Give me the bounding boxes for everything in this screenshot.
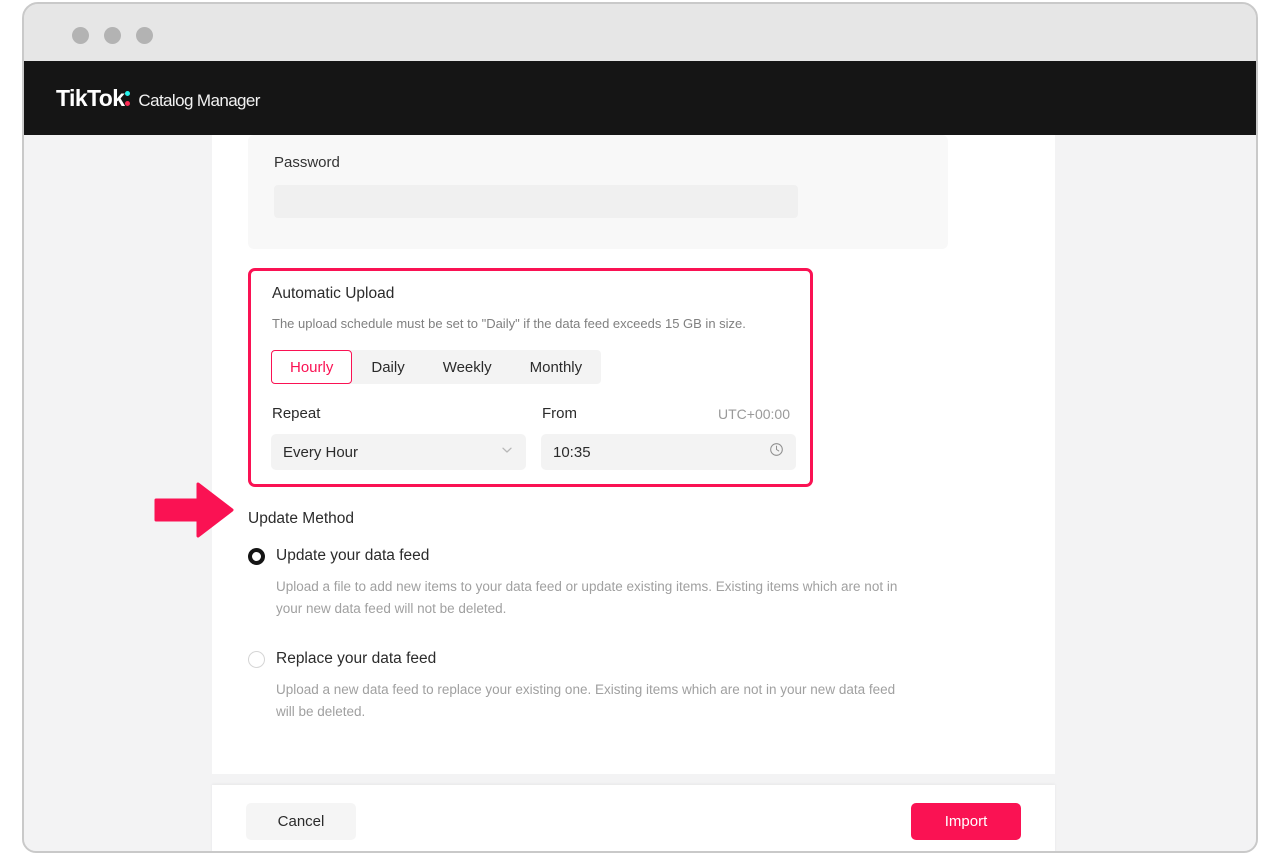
window-maximize-button[interactable]	[136, 27, 153, 44]
chevron-down-icon	[500, 443, 514, 462]
app-header: TikTok Catalog Manager	[24, 61, 1256, 135]
timezone-label: UTC+00:00	[718, 406, 790, 422]
frequency-tab-daily[interactable]: Daily	[352, 350, 423, 384]
from-label: From	[542, 405, 577, 422]
from-time-value: 10:35	[553, 443, 591, 461]
automatic-upload-title: Automatic Upload	[272, 285, 395, 302]
repeat-label: Repeat	[272, 405, 321, 422]
browser-titlebar	[24, 4, 1256, 59]
radio-unselected-icon[interactable]	[248, 650, 265, 668]
credentials-panel: Password	[248, 135, 948, 249]
import-button[interactable]: Import	[911, 803, 1021, 840]
tiktok-logo[interactable]: TikTok Catalog Manager	[56, 85, 260, 112]
app-title: Catalog Manager	[138, 90, 260, 110]
automatic-upload-description: The upload schedule must be set to "Dail…	[272, 316, 746, 331]
footer-action-bar: Cancel Import	[212, 785, 1055, 851]
update-method-option-update-label: Update your data feed	[276, 547, 430, 564]
update-method-option-replace[interactable]: Replace your data feed Upload a new data…	[248, 650, 988, 724]
frequency-tab-weekly[interactable]: Weekly	[424, 350, 511, 384]
repeat-dropdown[interactable]: Every Hour	[271, 434, 526, 470]
password-input[interactable]	[274, 185, 798, 218]
repeat-selected-value: Every Hour	[283, 443, 359, 461]
frequency-tab-monthly[interactable]: Monthly	[511, 350, 602, 384]
update-method-option-update-help: Upload a file to add new items to your d…	[276, 579, 898, 617]
cancel-button[interactable]: Cancel	[246, 803, 356, 840]
radio-selected-icon[interactable]	[248, 547, 265, 565]
window-minimize-button[interactable]	[104, 27, 121, 44]
update-method-option-replace-label: Replace your data feed	[276, 650, 437, 667]
window-close-button[interactable]	[72, 27, 89, 44]
automatic-upload-section: Automatic Upload The upload schedule mus…	[248, 268, 813, 487]
tiktok-colon-icon	[124, 88, 133, 108]
update-method-option-replace-help: Upload a new data feed to replace your e…	[276, 682, 896, 720]
frequency-tab-hourly[interactable]: Hourly	[271, 350, 353, 384]
frequency-tab-group: Hourly Daily Weekly Monthly	[271, 350, 602, 384]
update-method-option-update[interactable]: Update your data feed Upload a file to a…	[248, 547, 988, 621]
page-body: Password Automatic Upload The upload sch…	[24, 135, 1256, 851]
browser-window: TikTok Catalog Manager Password Automatic…	[22, 2, 1258, 853]
password-label: Password	[274, 154, 340, 171]
clock-icon	[769, 442, 784, 462]
from-time-input[interactable]: 10:35	[541, 434, 796, 470]
update-method-title: Update Method	[248, 510, 354, 527]
import-form-card: Password Automatic Upload The upload sch…	[212, 135, 1055, 774]
brand-wordmark: TikTok	[56, 84, 125, 111]
